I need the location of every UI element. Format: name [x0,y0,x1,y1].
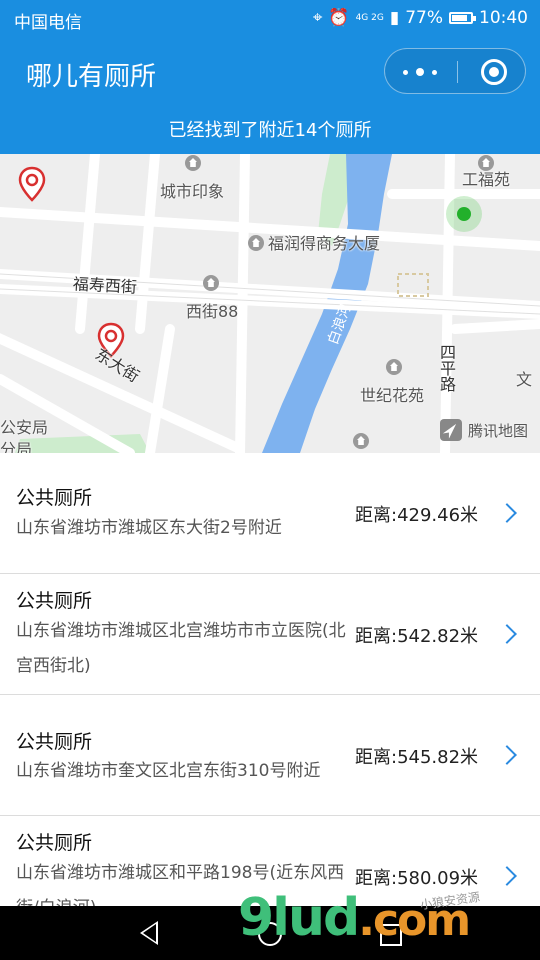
back-icon[interactable] [140,921,158,945]
map-label-chengshi: 城市印象 [160,182,225,201]
capsule-divider [457,61,458,83]
network-label: 4G 2G [355,12,384,23]
more-icon[interactable] [403,49,437,95]
map-brand: 腾讯地图 [467,421,528,440]
map-label-fushou: 福寿西街 [72,274,138,297]
toilet-name: 公共厕所 [16,487,93,509]
clock: 10:40 [479,8,528,28]
alarm-icon: ⏰ [328,8,350,28]
location-icon: ⌖ [312,8,323,28]
map-label-shiji: 世纪花苑 [360,386,425,405]
map-label-fenju: 分局 [0,440,33,453]
building-icon [353,433,369,449]
map-label-gongfuyuan: 工福苑 [462,170,511,189]
toilet-distance: 距离:580.09米 [355,868,479,889]
chevron-right-icon[interactable] [497,866,517,886]
signal-icon: ▮ [389,8,400,28]
map-label-siping: 四平路 [437,344,456,392]
map-label-furunde: 福润得商务大厦 [268,234,381,253]
list-item[interactable]: 公共厕所 山东省潍坊市潍城区东大街2号附近 距离:429.46米 [0,453,540,574]
battery-icon [449,12,476,24]
status-bar: 中国电信 ⌖ ⏰ 4G 2G ▮ 77% 10:40 [0,0,540,36]
list-item[interactable]: 公共厕所 山东省潍坊市奎文区北宫东街310号附近 距离:545.82米 [0,695,540,816]
results-banner: 已经找到了附近14个厕所 [0,110,540,154]
map-poi-xijie [203,274,223,293]
my-location-marker [446,196,482,232]
title-bar: 哪儿有厕所 [0,36,540,110]
building-icon [203,275,219,291]
toilet-address: 山东省潍坊市奎文区北宫东街310号附近 [16,761,321,781]
close-icon[interactable] [481,59,507,85]
miniprogram-capsule [384,48,526,94]
building-icon [248,235,264,251]
building-icon [386,359,402,375]
toilet-list: 公共厕所 山东省潍坊市潍城区东大街2号附近 距离:429.46米 公共厕所 山东… [0,453,540,906]
chevron-right-icon[interactable] [497,745,517,765]
chevron-right-icon[interactable] [497,503,517,523]
toilet-pin-icon[interactable] [18,166,46,202]
map-poi-shiji [386,358,406,377]
toilet-distance: 距离:542.82米 [355,626,479,647]
map-attribution: 腾讯地图 [439,419,528,441]
toilet-name: 公共厕所 [16,731,93,753]
map-label-furunde-wrap: 福润得商务大厦 [248,230,380,254]
battery-percent: 77% [405,8,443,28]
list-item[interactable]: 公共厕所 山东省潍坊市潍城区北宫潍坊市市立医院(北宫西街北) 距离:542.82… [0,574,540,695]
toilet-name: 公共厕所 [16,590,93,612]
carrier-label: 中国电信 [14,13,82,33]
status-right: ⌖ ⏰ 4G 2G ▮ 77% 10:40 [313,8,528,28]
toilet-distance: 距离:429.46米 [355,505,479,526]
compass-icon[interactable] [439,419,462,441]
map-poi-top [185,154,205,173]
toilet-address: 山东省潍坊市潍城区东大街2号附近 [16,518,282,538]
map-label-gonganju: 公安局 [0,418,49,437]
chevron-right-icon[interactable] [497,624,517,644]
toilet-name: 公共厕所 [16,832,93,854]
toilet-distance: 距离:545.82米 [355,747,479,768]
map-poi-bottom [353,432,373,451]
map-label-wen: 文 [516,370,533,389]
map-view[interactable]: 城市印象 工福苑 福润得商务大厦 福寿西街 西街88 东大街 白浪河 四平路 世… [0,154,540,453]
page-title: 哪儿有厕所 [26,62,157,92]
toilet-address: 山东省潍坊市潍城区北宫潍坊市市立医院(北宫西街北) [16,621,346,676]
building-icon [185,155,201,171]
watermark-brand: 9lud [238,888,360,948]
map-label-xijie88: 西街88 [186,302,239,321]
